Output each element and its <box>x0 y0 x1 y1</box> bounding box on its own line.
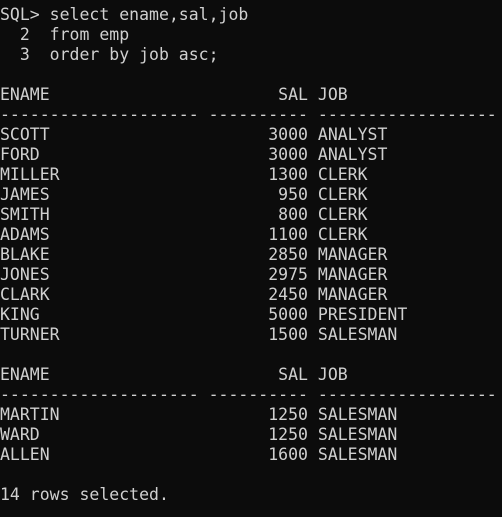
terminal-line-text: ALLEN 1600 SALESMAN <box>0 445 398 464</box>
terminal-line-text: 3 order by job asc; <box>0 45 219 64</box>
terminal-line-text: SCOTT 3000 ANALYST <box>0 125 388 144</box>
terminal-line-text: 2 from emp <box>0 25 130 44</box>
terminal-line-text: ENAME SAL JOB <box>0 365 348 384</box>
sql-continuation-line: 2 from emp <box>0 25 502 45</box>
terminal-line-text: ENAME SAL JOB <box>0 85 348 104</box>
result-row: JONES 2975 MANAGER <box>0 265 502 285</box>
result-row: ALLEN 1600 SALESMAN <box>0 445 502 465</box>
terminal-window[interactable]: SQL> select ename,sal,job 2 from emp 3 o… <box>0 0 502 517</box>
terminal-line-text: -------------------- ---------- --------… <box>0 105 497 124</box>
result-row: WARD 1250 SALESMAN <box>0 425 502 445</box>
result-header: ENAME SAL JOB <box>0 365 502 385</box>
result-row: SMITH 800 CLERK <box>0 205 502 225</box>
result-row: JAMES 950 CLERK <box>0 185 502 205</box>
result-row: MILLER 1300 CLERK <box>0 165 502 185</box>
result-row: TURNER 1500 SALESMAN <box>0 325 502 345</box>
terminal-line-text: -------------------- ---------- --------… <box>0 385 497 404</box>
terminal-line-text: JAMES 950 CLERK <box>0 185 368 204</box>
terminal-line-text: MARTIN 1250 SALESMAN <box>0 405 398 424</box>
sql-continuation-line: 3 order by job asc; <box>0 45 502 65</box>
terminal-line-text: SQL> select ename,sal,job <box>0 5 249 24</box>
terminal-line-text: JONES 2975 MANAGER <box>0 265 388 284</box>
result-row: FORD 3000 ANALYST <box>0 145 502 165</box>
terminal-line-text: SMITH 800 CLERK <box>0 205 368 224</box>
header-separator: -------------------- ---------- --------… <box>0 385 502 405</box>
sql-prompt-line: SQL> select ename,sal,job <box>0 5 502 25</box>
terminal-line-text: BLAKE 2850 MANAGER <box>0 245 388 264</box>
terminal-line-text: 14 rows selected. <box>0 485 169 504</box>
result-row: BLAKE 2850 MANAGER <box>0 245 502 265</box>
terminal-line-text: TURNER 1500 SALESMAN <box>0 325 398 344</box>
result-row: ADAMS 1100 CLERK <box>0 225 502 245</box>
terminal-line-text: MILLER 1300 CLERK <box>0 165 368 184</box>
terminal-line-text: FORD 3000 ANALYST <box>0 145 388 164</box>
row-count-message: 14 rows selected. <box>0 485 502 505</box>
result-header: ENAME SAL JOB <box>0 85 502 105</box>
result-row: SCOTT 3000 ANALYST <box>0 125 502 145</box>
terminal-line-text: WARD 1250 SALESMAN <box>0 425 398 444</box>
result-row: MARTIN 1250 SALESMAN <box>0 405 502 425</box>
result-row: KING 5000 PRESIDENT <box>0 305 502 325</box>
terminal-line-text: KING 5000 PRESIDENT <box>0 305 408 324</box>
terminal-line-text: CLARK 2450 MANAGER <box>0 285 388 304</box>
header-separator: -------------------- ---------- --------… <box>0 105 502 125</box>
terminal-line-text: ADAMS 1100 CLERK <box>0 225 368 244</box>
result-row: CLARK 2450 MANAGER <box>0 285 502 305</box>
